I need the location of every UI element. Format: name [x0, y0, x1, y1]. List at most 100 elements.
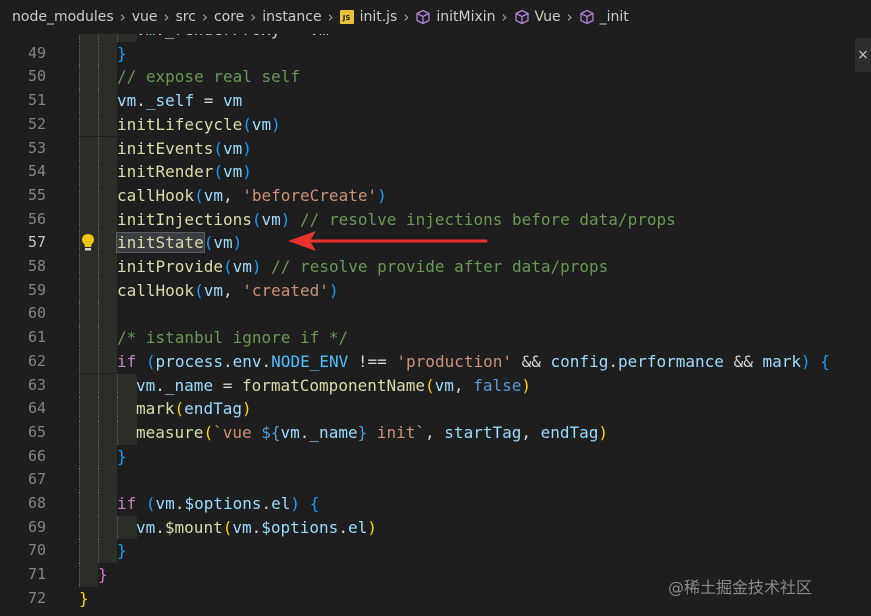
code-line[interactable]: 69 vm.$mount(vm.$options.el): [0, 515, 871, 540]
code-editor[interactable]: 48vm._renderProxy = vm49}50// expose rea…: [0, 34, 871, 616]
line-number: 51: [27, 91, 46, 110]
code-line[interactable]: 62 if (process.env.NODE_ENV !== 'producti…: [0, 349, 871, 374]
code-line[interactable]: 53 initEvents(vm): [0, 136, 871, 161]
code-line[interactable]: 51 vm._self = vm: [0, 89, 871, 113]
code-line[interactable]: 60: [0, 302, 871, 327]
code-token: }: [117, 43, 127, 63]
code-text: }: [79, 587, 89, 611]
indent-guide-fill: [98, 373, 118, 398]
code-line[interactable]: 52 initLifecycle(vm): [0, 112, 871, 137]
code-token: {: [309, 494, 320, 513]
code-token: }: [117, 541, 127, 561]
indent-guide: [79, 349, 80, 374]
indent-guide: [98, 65, 100, 90]
code-line[interactable]: 61 /* istanbul ignore if */: [0, 326, 871, 350]
code-text: if (process.env.NODE_ENV !== 'production…: [117, 350, 830, 374]
cube-icon: [416, 9, 431, 25]
code-token: (: [222, 517, 233, 537]
indent-guide: [79, 41, 80, 66]
breadcrumb-item-src[interactable]: src: [175, 9, 195, 25]
code-token: measure: [136, 422, 204, 442]
code-token: _name: [164, 375, 214, 395]
code-token: initProvide: [117, 257, 223, 276]
code-token: .: [174, 494, 185, 513]
line-number: 66: [27, 446, 46, 465]
line-number: 62: [27, 351, 46, 370]
code-token: 'production': [396, 351, 512, 371]
cube-icon: [514, 9, 529, 25]
breadcrumb-separator: ›: [119, 8, 126, 26]
code-line[interactable]: 54 initRender(vm): [0, 160, 871, 184]
indent-guide-fill: [98, 112, 118, 137]
code-token: =: [213, 375, 242, 395]
code-token: /* istanbul ignore if */: [117, 328, 349, 348]
lightbulb-icon[interactable]: [80, 233, 96, 253]
indent-guide-fill: [79, 278, 99, 303]
code-token: false: [473, 375, 522, 395]
code-line[interactable]: 55 callHook(vm, 'beforeCreate'): [0, 183, 871, 208]
code-token: &&: [723, 351, 763, 371]
code-token: initInjections: [117, 209, 252, 229]
code-token: ): [280, 209, 291, 229]
breadcrumb-item-init[interactable]: _init: [579, 9, 629, 25]
line-number: 72: [27, 588, 46, 607]
indent-guide: [79, 112, 80, 137]
code-token: ._renderProxy =: [155, 34, 309, 39]
indent-guide: [79, 563, 80, 587]
indent-guide: [98, 136, 100, 161]
indent-guide-fill: [98, 65, 118, 90]
indent-guide: [98, 41, 100, 66]
indent-guide-fill: [79, 302, 99, 327]
code-token: vm: [434, 375, 454, 395]
code-line[interactable]: 49}: [0, 41, 871, 66]
code-token: vm: [213, 233, 233, 253]
code-text: // expose real self: [117, 65, 300, 89]
breadcrumb-item-vue[interactable]: Vue: [514, 9, 561, 25]
code-line[interactable]: 64 mark(endTag): [0, 397, 871, 421]
code-token: (: [425, 375, 435, 395]
code-token: $options: [184, 494, 262, 513]
code-token: (: [145, 351, 156, 371]
indent-guide: [79, 65, 80, 90]
code-token: .: [155, 375, 165, 395]
breadcrumb-item-node-modules[interactable]: node_modules: [12, 9, 114, 25]
code-line[interactable]: 65 measure(`vue ${vm._name} init`, startT…: [0, 420, 871, 445]
line-number: 71: [27, 565, 46, 584]
code-line[interactable]: 58 initProvide(vm) // resolve provide aft…: [0, 255, 871, 279]
indent-guide-fill: [79, 160, 99, 184]
breadcrumb-item-init-js[interactable]: JS init.js: [339, 9, 397, 25]
code-line[interactable]: 50 // expose real self: [0, 65, 871, 90]
code-line[interactable]: 70}: [0, 539, 871, 564]
code-token: (: [203, 233, 214, 253]
code-line[interactable]: 68 if (vm.$options.el) {: [0, 492, 871, 516]
code-text: }: [98, 563, 108, 587]
code-line[interactable]: 48 vm._renderProxy = vm: [0, 34, 871, 42]
code-token: (: [174, 399, 185, 419]
code-token: 'created': [242, 280, 329, 300]
code-line[interactable]: 66}: [0, 444, 871, 469]
close-icon[interactable]: ×: [855, 38, 871, 72]
code-token: ): [328, 280, 339, 300]
code-line[interactable]: 67: [0, 468, 871, 492]
indent-guide: [98, 183, 100, 208]
indent-guide: [98, 468, 100, 492]
code-token: ): [367, 517, 377, 537]
indent-guide-fill: [79, 515, 99, 540]
breadcrumb-item-vue[interactable]: vue: [132, 9, 158, 25]
breadcrumb-label: node_modules: [12, 9, 114, 25]
code-token: ): [271, 114, 281, 134]
breadcrumb-item-core[interactable]: core: [214, 9, 244, 25]
code-line[interactable]: 59 callHook(vm, 'created'): [0, 278, 871, 303]
code-token: &&: [512, 351, 551, 371]
code-token: // expose real self: [117, 67, 301, 87]
breadcrumb-item-initmixin[interactable]: initMixin: [415, 9, 496, 25]
red-arrow-annotation: [288, 231, 488, 251]
breadcrumb-item-instance[interactable]: instance: [262, 9, 321, 25]
indent-guide: [117, 420, 119, 445]
code-token: ): [377, 185, 387, 205]
indent-guide: [98, 444, 100, 469]
breadcrumb-label: Vue: [534, 9, 561, 25]
code-line[interactable]: 63 vm._name = formatComponentName(vm, fal…: [0, 373, 871, 398]
indent-guide-fill: [117, 397, 137, 421]
